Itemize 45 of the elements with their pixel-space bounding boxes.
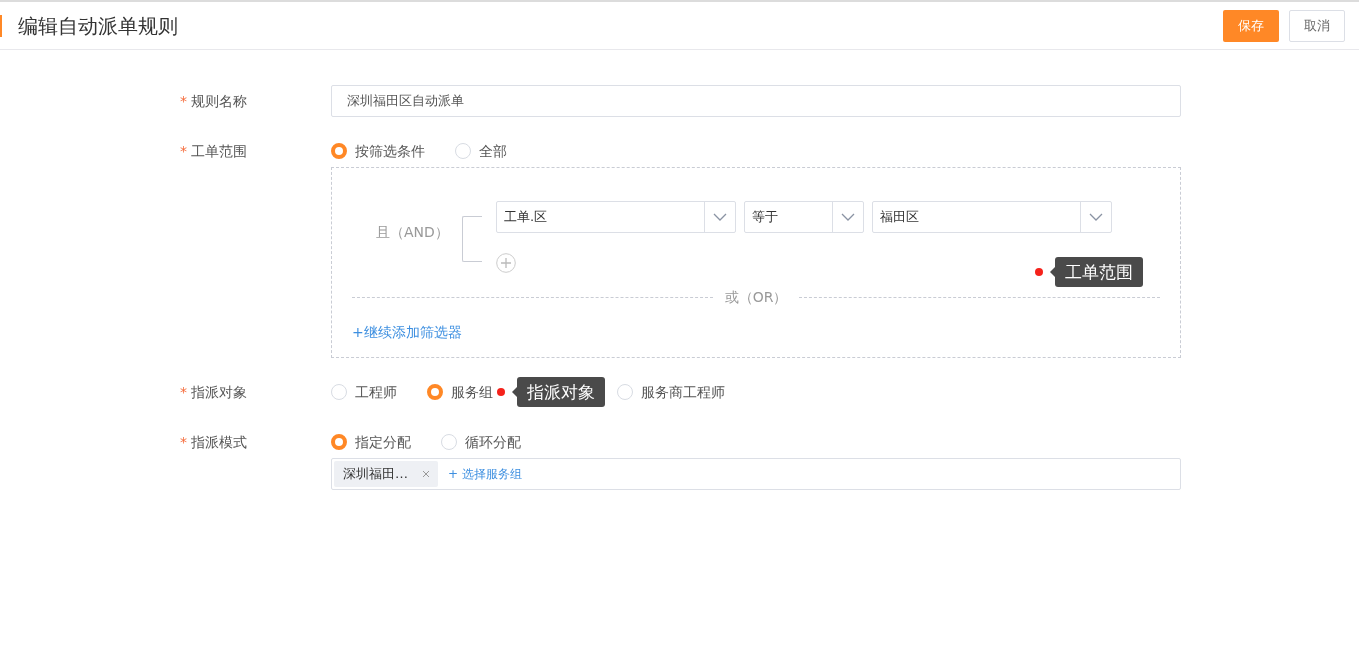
page-title: 编辑自动派单规则 [18,12,179,40]
field-label: 规则名称 [191,91,247,111]
radio-label: 按筛选条件 [355,141,425,161]
annotation-tooltip: 工单范围 [1055,257,1143,287]
service-group-field[interactable]: 深圳福田… + 选择服务组 [331,458,1181,490]
select-service-group-link[interactable]: + 选择服务组 [448,465,522,483]
field-label: 指派对象 [191,382,247,402]
select-value: 福田区 [879,208,920,227]
radio-button[interactable] [331,434,347,450]
select-value: 等于 [751,208,779,227]
radio-label: 工程师 [355,382,397,402]
select-field[interactable]: 工单.区 [496,201,736,233]
bracket-line [462,216,482,262]
select-field[interactable]: 等于 [744,201,864,233]
required-asterisk: * [180,91,187,111]
select-field[interactable]: 福田区 [872,201,1112,233]
close-icon[interactable] [422,470,430,478]
chevron-down-icon [1089,213,1103,221]
rule-name-input[interactable]: 深圳福田区自动派单 [331,85,1181,117]
radio-label: 全部 [479,141,507,161]
selected-tag: 深圳福田… [334,461,438,487]
field-label: 指派模式 [191,432,247,452]
radio-button[interactable] [441,434,457,450]
required-asterisk: * [180,141,187,161]
annotation-tooltip: 指派对象 [517,377,605,407]
add-filter-link[interactable]: +继续添加筛选器 [352,322,462,343]
add-condition-icon[interactable] [496,253,516,273]
or-divider-label: 或（OR） [723,288,789,307]
radio-label: 指定分配 [355,432,411,452]
radio-label: 服务组 [451,382,493,402]
radio-button[interactable] [331,384,347,400]
required-asterisk: * [180,432,187,452]
radio-button[interactable] [617,384,633,400]
radio-label: 服务商工程师 [641,382,725,402]
radio-button[interactable] [455,143,471,159]
cancel-button[interactable]: 取消 [1289,9,1345,42]
select-value: 工单.区 [503,208,549,227]
required-asterisk: * [180,382,187,402]
radio-button[interactable] [427,384,443,400]
chevron-down-icon [713,213,727,221]
radio-button[interactable] [331,143,347,159]
field-label: 工单范围 [191,141,247,161]
logic-label: 且（AND） [375,222,450,242]
radio-label: 循环分配 [465,432,521,452]
chevron-down-icon [841,213,855,221]
